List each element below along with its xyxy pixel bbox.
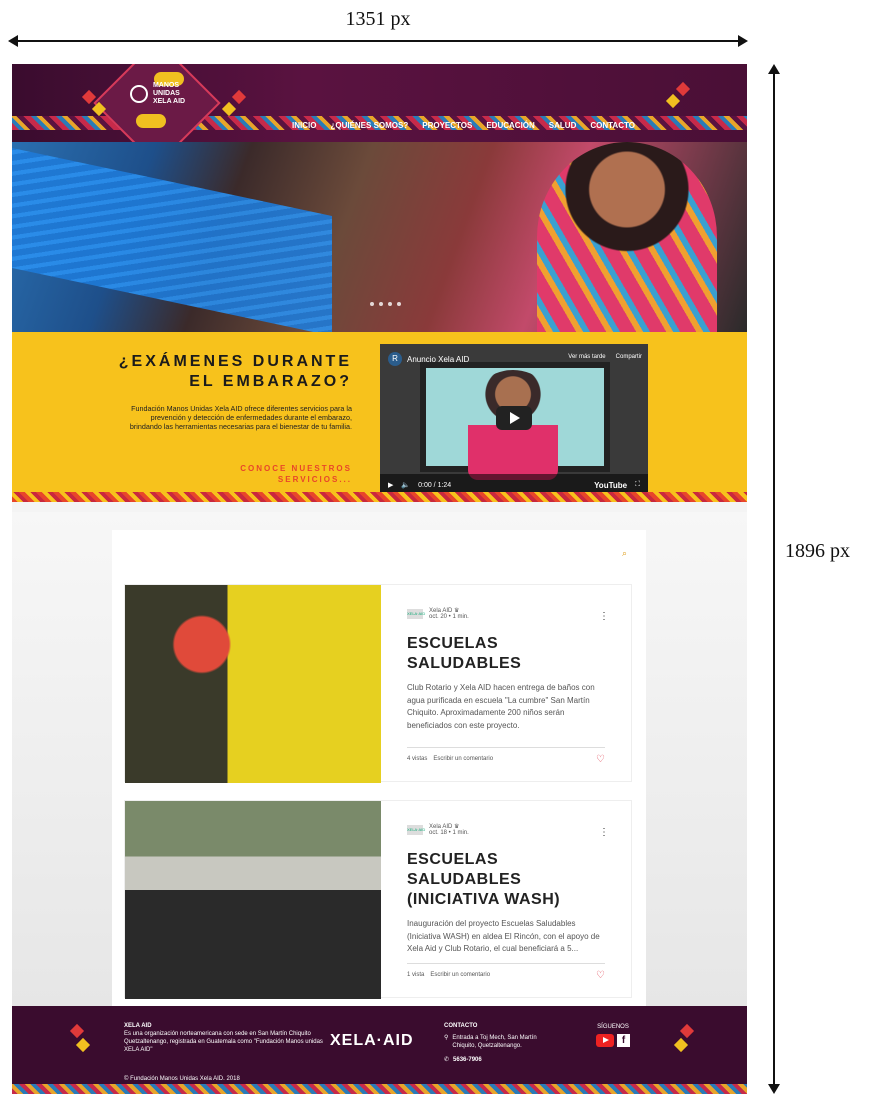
height-line — [773, 70, 775, 1088]
youtube-icon[interactable] — [596, 1034, 614, 1047]
youtube-logo[interactable]: YouTube — [594, 481, 627, 490]
watch-later-button[interactable]: Ver más tarde — [568, 354, 605, 360]
author-logo: XELA·AID — [407, 824, 425, 835]
post-meta: oct. 18 • 1 min. — [429, 830, 469, 836]
post-author[interactable]: XELA·AID Xela AID ♛ oct. 18 • 1 min. — [407, 823, 605, 836]
contact-phone[interactable]: 5636-7906 — [453, 1056, 482, 1064]
arrow-down-icon — [768, 1084, 780, 1094]
website-screenshot: MANOS UNIDAS XELA AID INICIO ¿QUIÉNES SO… — [12, 64, 747, 1094]
gem-icon — [221, 101, 237, 117]
play-icon[interactable]: ▶ — [388, 481, 393, 489]
gem-icon — [673, 1037, 689, 1053]
slider-dots[interactable] — [370, 302, 401, 306]
post-excerpt: Club Rotario y Xela AID hacen entrega de… — [407, 683, 595, 730]
video-time: 0:00 / 1:24 — [418, 481, 452, 489]
youtube-video[interactable]: R Anuncio Xela AID Ver más tarde Compart… — [380, 344, 648, 496]
comment-link[interactable]: Escribir un comentario — [433, 756, 493, 765]
play-button[interactable] — [496, 406, 532, 430]
search-icon[interactable]: ⌕ — [622, 548, 627, 559]
hero-photo-woman — [537, 142, 717, 332]
post-views: 4 vistas — [407, 756, 428, 762]
footer-about: XELA AID Es una organización norteameric… — [124, 1022, 324, 1054]
height-annotation — [760, 64, 790, 1094]
width-annotation: 1351 px — [8, 8, 748, 48]
volume-icon[interactable]: 🔈 — [401, 481, 410, 489]
nav-contacto[interactable]: CONTACTO — [590, 121, 635, 130]
arrow-left-icon — [8, 35, 18, 47]
blog-post-card[interactable]: XELA·AID Xela AID ♛ oct. 20 • 1 min. ⋮ E… — [124, 584, 632, 783]
blog-post-card[interactable]: XELA·AID Xela AID ♛ oct. 18 • 1 min. ⋮ E… — [124, 800, 632, 999]
share-button[interactable]: Compartir — [616, 354, 642, 360]
logo-text: MANOS UNIDAS XELA AID — [152, 82, 186, 105]
location-pin-icon: ⚲ — [444, 1035, 449, 1041]
footer-contact: CONTACTO ⚲ Entrada a Toj Mech, San Martí… — [444, 1022, 554, 1068]
gem-icon — [69, 1023, 85, 1039]
nav-proyectos[interactable]: PROYECTOS — [422, 121, 472, 130]
nav-salud[interactable]: SALUD — [549, 121, 577, 130]
width-line — [12, 40, 744, 42]
video-title[interactable]: Anuncio Xela AID — [407, 355, 469, 364]
gem-icon — [665, 93, 681, 109]
fullscreen-icon[interactable]: ⛶ — [635, 481, 640, 489]
post-meta: oct. 20 • 1 min. — [429, 614, 469, 620]
site-header: MANOS UNIDAS XELA AID INICIO ¿QUIÉNES SO… — [12, 64, 747, 167]
hero-slider — [12, 142, 747, 337]
main-nav: INICIO ¿QUIÉNES SOMOS? PROYECTOS EDUCACI… — [292, 121, 635, 130]
video-actions: Ver más tarde Compartir — [568, 354, 642, 360]
promo-text: Fundación Manos Unidas Xela AID ofrece d… — [129, 404, 352, 431]
promo-title: ¿EXÁMENES DURANTE EL EMBARAZO? — [118, 353, 352, 390]
width-label: 1351 px — [345, 8, 411, 30]
nav-inicio[interactable]: INICIO — [292, 121, 316, 130]
services-link[interactable]: CONOCE NUESTROS SERVICIOS... — [212, 463, 352, 485]
footer-stripe — [12, 1084, 747, 1094]
post-title[interactable]: ESCUELAS SALUDABLES — [407, 634, 605, 674]
footer-org-desc: Es una organización norteamericana con s… — [124, 1031, 323, 1053]
promo-stripe — [12, 492, 747, 502]
nav-quienes-somos[interactable]: ¿QUIÉNES SOMOS? — [330, 121, 408, 130]
gem-icon — [75, 1037, 91, 1053]
post-image[interactable] — [125, 801, 381, 999]
nav-educacion[interactable]: EDUCACIÓN — [486, 121, 534, 130]
more-options-icon[interactable]: ⋮ — [599, 827, 609, 838]
post-image[interactable] — [125, 585, 381, 783]
social-title: SÍGUENOS — [597, 1024, 629, 1030]
site-footer: XELA AID Es una organización norteameric… — [12, 1006, 747, 1094]
post-author[interactable]: XELA·AID Xela AID ♛ oct. 20 • 1 min. — [407, 607, 605, 620]
phone-icon: ✆ — [444, 1057, 450, 1063]
channel-avatar[interactable]: R — [388, 352, 402, 366]
post-views: 1 vista — [407, 972, 425, 978]
arrow-right-icon — [738, 35, 748, 47]
contact-address: Entrada a Toj Mech, San Martín Chiquito,… — [452, 1035, 537, 1049]
promo-section: ¿EXÁMENES DURANTE EL EMBARAZO? Fundación… — [12, 332, 747, 502]
logo-emblem-icon — [130, 85, 148, 103]
footer-social: SÍGUENOS f — [596, 1024, 630, 1047]
post-excerpt: Inauguración del proyecto Escuelas Salud… — [407, 919, 600, 953]
site-logo[interactable]: MANOS UNIDAS XELA AID — [130, 82, 190, 128]
post-footer: 4 vistas Escribir un comentario ♡ — [407, 747, 605, 765]
footer-copyright: © Fundación Manos Unidas Xela AID. 2018 — [124, 1076, 240, 1082]
more-options-icon[interactable]: ⋮ — [599, 611, 609, 622]
heart-icon[interactable]: ♡ — [596, 754, 605, 765]
arrow-up-icon — [768, 64, 780, 74]
hero-photo-weaving — [12, 147, 332, 337]
gem-icon — [231, 89, 247, 105]
comment-link[interactable]: Escribir un comentario — [430, 972, 490, 981]
author-logo: XELA·AID — [407, 608, 425, 619]
gem-icon — [675, 81, 691, 97]
facebook-icon[interactable]: f — [617, 1034, 630, 1047]
footer-brand-logo[interactable]: XELA·AID — [330, 1032, 414, 1050]
gem-icon — [679, 1023, 695, 1039]
footer-org-name: XELA AID — [124, 1023, 152, 1029]
video-title-bar: R Anuncio Xela AID — [388, 352, 469, 366]
post-title[interactable]: ESCUELAS SALUDABLES (INICIATIVA WASH) — [407, 850, 605, 910]
post-footer: 1 vista Escribir un comentario ♡ — [407, 963, 605, 981]
contact-title: CONTACTO — [444, 1023, 478, 1029]
height-label: 1896 px — [785, 540, 850, 562]
heart-icon[interactable]: ♡ — [596, 970, 605, 981]
